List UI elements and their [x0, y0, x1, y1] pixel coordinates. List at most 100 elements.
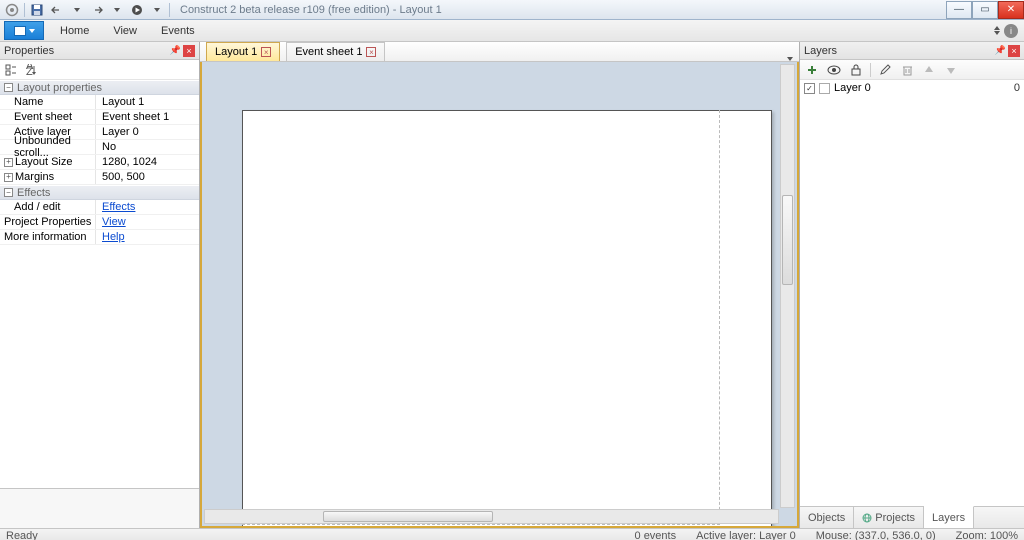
prop-activelayer-value[interactable]: Layer 0 — [96, 125, 199, 139]
prop-layoutsize-label: +Layout Size — [0, 155, 96, 169]
tab-layout1[interactable]: Layout 1× — [206, 42, 280, 61]
status-zoom: Zoom: 100% — [956, 530, 1018, 540]
scroll-thumb[interactable] — [323, 511, 493, 522]
move-up-icon[interactable] — [921, 62, 937, 78]
ribbon-bar: Home View Events i — [0, 20, 1024, 42]
redo-dropdown-icon[interactable] — [109, 2, 125, 18]
panel-title: Properties — [4, 45, 54, 57]
run-icon[interactable] — [129, 2, 145, 18]
close-button[interactable]: ✕ — [998, 1, 1024, 19]
prop-addedit-label: Add / edit — [0, 200, 96, 214]
undo-icon[interactable] — [49, 2, 65, 18]
prop-projectprops-label: Project Properties — [0, 215, 96, 229]
section-effects[interactable]: −Effects — [0, 185, 199, 200]
editor-area: Layout 1× Event sheet 1× — [200, 42, 799, 528]
document-tabs: Layout 1× Event sheet 1× — [200, 42, 799, 62]
status-mouse: Mouse: (337.0, 536.0, 0) — [816, 530, 936, 540]
layout-area[interactable] — [242, 110, 772, 528]
layer-name: Layer 0 — [834, 82, 1010, 94]
tab-close-icon[interactable]: × — [261, 47, 271, 57]
status-active-layer: Active layer: Layer 0 — [696, 530, 796, 540]
tab-layers[interactable]: Layers — [924, 506, 974, 528]
prop-layoutsize-value[interactable]: 1280, 1024 — [96, 155, 199, 169]
panel-title: Layers — [804, 45, 837, 57]
layer-index: 0 — [1014, 82, 1020, 94]
section-layout-properties[interactable]: −Layout properties — [0, 80, 199, 95]
pin-icon[interactable]: 📌 — [995, 45, 1006, 56]
layers-toolbar — [800, 60, 1024, 80]
close-panel-icon[interactable]: × — [1008, 45, 1020, 57]
tab-eventsheet1[interactable]: Event sheet 1× — [286, 42, 385, 61]
prop-margins-label: +Margins — [0, 170, 96, 184]
tab-projects[interactable]: Projects — [854, 507, 924, 528]
properties-panel: Properties 📌 × AZ −Layout properties Nam… — [0, 42, 200, 528]
expand-icon[interactable]: + — [4, 173, 13, 182]
layers-header: Layers 📌 × — [800, 42, 1024, 60]
window-title: Construct 2 beta release r109 (free edit… — [180, 4, 442, 16]
layout-canvas[interactable] — [200, 62, 799, 528]
file-menu-button[interactable] — [4, 21, 44, 40]
help-link[interactable]: Help — [102, 231, 125, 243]
prop-unbounded-label: Unbounded scroll... — [0, 140, 96, 154]
layer-visible-checkbox[interactable] — [804, 83, 815, 94]
move-down-icon[interactable] — [943, 62, 959, 78]
globe-icon — [862, 513, 872, 523]
run-dropdown-icon[interactable] — [149, 2, 165, 18]
add-layer-icon[interactable] — [804, 62, 820, 78]
property-description-box — [0, 488, 199, 528]
title-bar: Construct 2 beta release r109 (free edit… — [0, 0, 1024, 20]
layer-lock-checkbox[interactable] — [819, 83, 830, 94]
status-events: 0 events — [635, 530, 677, 540]
scroll-thumb[interactable] — [782, 195, 793, 285]
vertical-scrollbar[interactable] — [780, 64, 795, 508]
properties-header: Properties 📌 × — [0, 42, 199, 60]
pin-icon[interactable]: 📌 — [170, 45, 181, 56]
effects-link[interactable]: Effects — [102, 201, 135, 213]
tab-objects[interactable]: Objects — [800, 507, 854, 528]
properties-toolbar: AZ — [0, 60, 199, 80]
prop-margins-value[interactable]: 500, 500 — [96, 170, 199, 184]
collapse-icon[interactable]: − — [4, 188, 13, 197]
save-icon[interactable] — [29, 2, 45, 18]
tab-events[interactable]: Events — [149, 20, 207, 41]
tab-overflow-button[interactable] — [781, 57, 799, 61]
edit-icon[interactable] — [877, 62, 893, 78]
chevron-down-icon — [29, 29, 35, 33]
status-ready: Ready — [6, 530, 38, 540]
close-panel-icon[interactable]: × — [183, 45, 195, 57]
prop-name-value[interactable]: Layout 1 — [96, 95, 199, 109]
prop-name-label: Name — [0, 95, 96, 109]
collapse-icon[interactable]: − — [4, 83, 13, 92]
prop-unbounded-value[interactable]: No — [96, 140, 199, 154]
layer-row[interactable]: Layer 0 0 — [800, 80, 1024, 96]
expand-icon[interactable]: + — [4, 158, 13, 167]
redo-icon[interactable] — [89, 2, 105, 18]
right-panel-tabs: Objects Projects Layers — [800, 506, 1024, 528]
undo-dropdown-icon[interactable] — [69, 2, 85, 18]
app-icon[interactable] — [4, 2, 20, 18]
status-bar: Ready 0 events Active layer: Layer 0 Mou… — [0, 528, 1024, 540]
file-icon — [14, 26, 26, 36]
svg-text:Z: Z — [26, 66, 33, 76]
toggle-visibility-icon[interactable] — [826, 62, 842, 78]
tab-close-icon[interactable]: × — [366, 47, 376, 57]
lock-icon[interactable] — [848, 62, 864, 78]
ribbon-expand-toggle[interactable] — [994, 26, 1000, 35]
horizontal-scrollbar[interactable] — [204, 509, 779, 524]
help-icon[interactable]: i — [1004, 24, 1018, 38]
prop-eventsheet-value[interactable]: Event sheet 1 — [96, 110, 199, 124]
minimize-button[interactable]: — — [946, 1, 972, 19]
tab-home[interactable]: Home — [48, 20, 101, 41]
categorize-icon[interactable] — [4, 63, 18, 77]
view-link[interactable]: View — [102, 216, 126, 228]
tab-view[interactable]: View — [101, 20, 149, 41]
prop-moreinfo-label: More information — [0, 230, 96, 244]
sort-alpha-icon[interactable]: AZ — [24, 63, 38, 77]
quick-access-toolbar — [0, 2, 174, 18]
maximize-button[interactable]: ▭ — [972, 1, 998, 19]
prop-eventsheet-label: Event sheet — [0, 110, 96, 124]
layers-panel: Layers 📌 × Layer 0 0 Objects Projects L — [799, 42, 1024, 528]
property-grid: −Layout properties NameLayout 1 Event sh… — [0, 80, 199, 245]
window-controls: — ▭ ✕ — [946, 1, 1024, 19]
delete-icon[interactable] — [899, 62, 915, 78]
